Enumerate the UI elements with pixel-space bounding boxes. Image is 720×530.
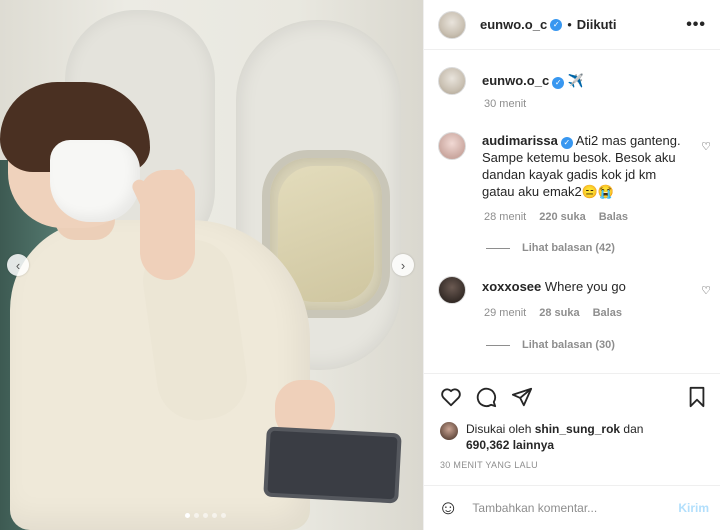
- comment-body: xoxxosee Where you go: [482, 276, 687, 304]
- likes-prefix: Disukai oleh: [466, 422, 532, 436]
- commenter-avatar[interactable]: [438, 132, 466, 160]
- chevron-left-icon: ‹: [15, 257, 21, 273]
- carousel-dot: [212, 513, 217, 518]
- comment-input[interactable]: [472, 501, 663, 515]
- post-header: eunwo.o_c ✓ • Diikuti •••: [424, 0, 720, 50]
- comment-bubble-icon[interactable]: [475, 386, 497, 408]
- share-send-icon[interactable]: [511, 386, 533, 408]
- replies-divider: [486, 247, 510, 249]
- comment-item: xoxxosee Where you go: [438, 276, 708, 304]
- comments-list[interactable]: eunwo.o_c ✓ ✈️ 30 menit audimarissa ✓ Ati2…: [424, 50, 720, 372]
- like-comment-heart-icon[interactable]: ♡: [701, 284, 711, 297]
- carousel-dot: [194, 513, 199, 518]
- post-sidebar: eunwo.o_c ✓ • Diikuti ••• eunwo.o_c ✓ ✈️ …: [423, 0, 720, 530]
- commenter-avatar[interactable]: [438, 276, 466, 304]
- carousel-dot: [221, 513, 226, 518]
- chevron-right-icon: ›: [400, 257, 406, 273]
- post-comment-button[interactable]: Kirim: [678, 501, 709, 515]
- carousel-dot: [203, 513, 208, 518]
- comment-likes[interactable]: 28 suka: [539, 307, 579, 319]
- comment-username[interactable]: xoxxosee: [482, 279, 541, 294]
- carousel-prev-button[interactable]: ‹: [7, 254, 29, 276]
- caption: eunwo.o_c ✓ ✈️: [438, 67, 708, 95]
- view-replies-button[interactable]: Lihat balasan (30): [486, 339, 615, 351]
- bookmark-icon[interactable]: [687, 386, 707, 408]
- comment-time[interactable]: 28 menit: [484, 211, 526, 223]
- liker-avatar[interactable]: [440, 422, 458, 440]
- carousel-dots: [185, 513, 226, 518]
- comment-text: Where you go: [544, 279, 626, 294]
- face-mask: [50, 140, 140, 222]
- comment-meta: 29 menit 28 suka Balas: [484, 307, 622, 319]
- more-options-icon[interactable]: •••: [686, 16, 706, 34]
- caption-meta: 30 menit: [484, 98, 526, 110]
- verified-badge-icon: ✓: [560, 137, 573, 149]
- verified-badge-icon: ✓: [550, 18, 563, 31]
- view-replies-label: Lihat balasan (42): [522, 242, 615, 254]
- verified-badge-icon: ✓: [552, 77, 565, 89]
- author-avatar[interactable]: [438, 10, 466, 39]
- replies-divider: [486, 344, 510, 346]
- comment-meta: 28 menit 220 suka Balas: [484, 211, 628, 223]
- post-timestamp[interactable]: 30 MENIT YANG LALU: [440, 460, 538, 470]
- comment-item: audimarissa ✓ Ati2 mas ganteng. Sampe ket…: [438, 132, 708, 200]
- likes-count[interactable]: 690,362 lainnya: [466, 438, 554, 452]
- separator-dot: •: [567, 17, 572, 32]
- carousel-next-button[interactable]: ›: [392, 254, 414, 276]
- post-photo[interactable]: ‹ ›: [0, 0, 423, 530]
- caption-time[interactable]: 30 menit: [484, 98, 526, 110]
- author-avatar[interactable]: [438, 67, 466, 95]
- caption-text: ✈️: [567, 73, 584, 88]
- following-button[interactable]: Diikuti: [577, 17, 617, 32]
- tablet-device: [263, 426, 402, 504]
- comment-body: audimarissa ✓ Ati2 mas ganteng. Sampe ket…: [482, 132, 687, 200]
- emoji-icon[interactable]: ☺: [438, 497, 458, 520]
- caption-username[interactable]: eunwo.o_c: [482, 73, 549, 88]
- carousel-dot: [185, 513, 190, 518]
- author-username[interactable]: eunwo.o_c: [480, 17, 547, 32]
- comment-likes[interactable]: 220 suka: [539, 211, 585, 223]
- caption-body: eunwo.o_c ✓ ✈️: [482, 67, 687, 95]
- like-heart-icon[interactable]: [440, 386, 462, 408]
- comment-username[interactable]: audimarissa: [482, 133, 558, 148]
- likes-text: Disukai oleh shin_sung_rok dan 690,362 l…: [466, 421, 666, 453]
- view-replies-button[interactable]: Lihat balasan (42): [486, 242, 615, 254]
- liker-username[interactable]: shin_sung_rok: [535, 422, 620, 436]
- likes-summary: Disukai oleh shin_sung_rok dan 690,362 l…: [440, 421, 666, 453]
- reply-button[interactable]: Balas: [599, 211, 628, 223]
- view-replies-label: Lihat balasan (30): [522, 339, 615, 351]
- reply-button[interactable]: Balas: [593, 307, 622, 319]
- likes-connector: dan: [623, 422, 644, 436]
- like-comment-heart-icon[interactable]: ♡: [701, 140, 711, 153]
- post-actions: [424, 373, 720, 419]
- add-comment-bar: ☺ Kirim: [424, 485, 720, 530]
- comment-time[interactable]: 29 menit: [484, 307, 526, 319]
